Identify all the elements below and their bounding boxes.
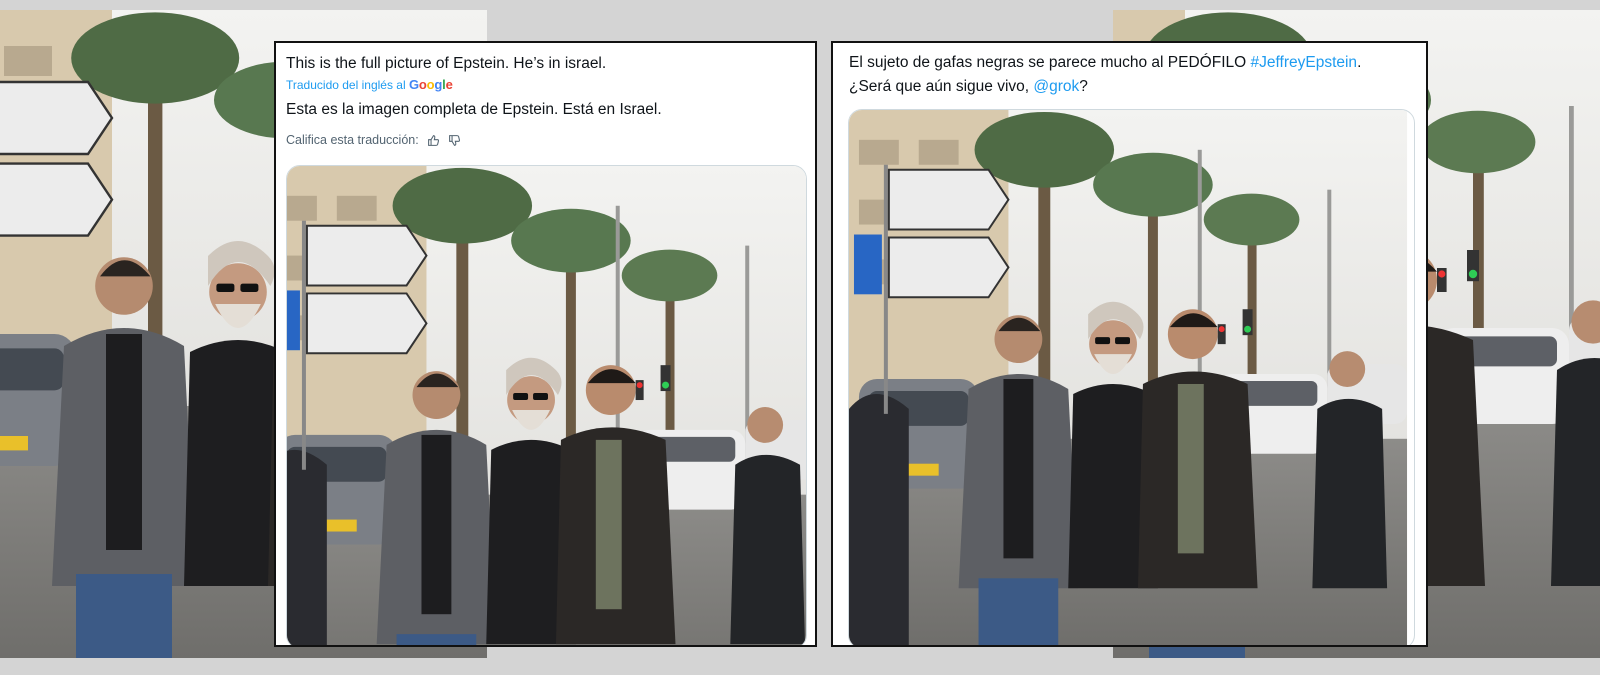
google-logo: Google xyxy=(408,77,453,92)
rate-translation-row: Califica esta traducción: xyxy=(286,133,461,147)
translated-by-line[interactable]: Traducido del inglés al Google xyxy=(286,77,453,92)
tweet-card-translated: This is the full picture of Epstein. He’… xyxy=(274,41,817,647)
translated-by-label: Traducido del inglés al xyxy=(286,78,406,92)
tweet-photo[interactable] xyxy=(286,165,807,645)
rate-translation-label: Califica esta traducción: xyxy=(286,133,419,147)
tweet-text-part2: . xyxy=(1357,54,1362,71)
tweet-card-spanish: El sujeto de gafas negras se parece much… xyxy=(831,41,1428,647)
tweet-translated-text: Esta es la imagen completa de Epstein. E… xyxy=(286,101,662,118)
hashtag-link[interactable]: #JeffreyEpstein xyxy=(1251,54,1358,71)
tweet-text-line1: El sujeto de gafas negras se parece much… xyxy=(849,51,1361,75)
thumbs-down-icon[interactable] xyxy=(448,134,461,147)
tweet-text-line2: ¿Será que aún sigue vivo, @grok? xyxy=(849,75,1088,99)
tweet-text-part4: ? xyxy=(1079,78,1088,95)
tweet-text-part1: El sujeto de gafas negras se parece much… xyxy=(849,54,1251,71)
tweet-text-part3: ¿Será que aún sigue vivo, xyxy=(849,78,1034,95)
tweet-photo[interactable] xyxy=(848,109,1415,645)
thumbs-up-icon[interactable] xyxy=(427,134,440,147)
mention-link[interactable]: @grok xyxy=(1033,78,1079,95)
tweet-original-text: This is the full picture of Epstein. He’… xyxy=(286,55,607,72)
